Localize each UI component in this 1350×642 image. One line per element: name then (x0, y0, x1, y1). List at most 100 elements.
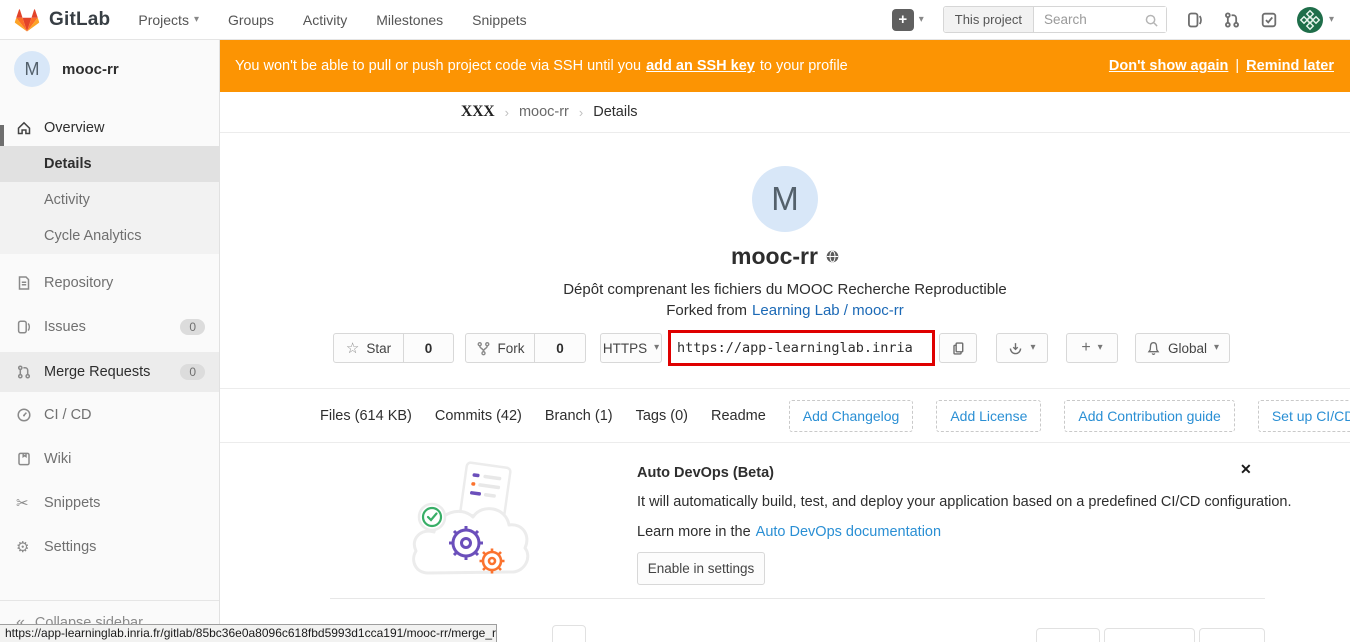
sidebar-item-merge-requests[interactable]: Merge Requests 0 (0, 352, 219, 392)
star-button[interactable]: ☆ Star (333, 333, 404, 363)
project-sidebar: M mooc-rr Overview Details Activity Cycl… (0, 40, 220, 642)
banner-message: You won't be able to pull or push projec… (235, 58, 848, 74)
menu-activity[interactable]: Activity (303, 12, 347, 28)
auto-devops-body: It will automatically build, test, and d… (637, 494, 1292, 510)
auto-devops-learn-more: Learn more in the Auto DevOps documentat… (637, 524, 941, 540)
star-count[interactable]: 0 (403, 333, 454, 363)
sidebar-item-repository[interactable]: Repository (0, 263, 219, 303)
todos-icon[interactable] (1260, 11, 1278, 29)
banner-text-after: to your profile (760, 58, 848, 74)
sidebar-item-cycle-analytics[interactable]: Cycle Analytics (0, 218, 219, 254)
sidebar-item-overview[interactable]: Overview (0, 110, 219, 146)
gear-icon: ⚙ (16, 538, 29, 556)
issues-icon[interactable] (1186, 11, 1204, 29)
fork-source-link[interactable]: Learning Lab / mooc-rr (752, 302, 904, 319)
add-ssh-key-link[interactable]: add an SSH key (646, 58, 755, 74)
tab-files[interactable]: Files (614 KB) (320, 408, 412, 424)
menu-snippets[interactable]: Snippets (472, 12, 526, 28)
plus-icon: + (892, 9, 914, 31)
sidebar-item-wiki[interactable]: Wiki (0, 439, 219, 479)
clipboard-icon (951, 341, 966, 356)
fork-button[interactable]: Fork (465, 333, 535, 363)
issues-icon (16, 319, 32, 335)
breadcrumb-group[interactable]: XXX (461, 103, 495, 121)
copy-url-button[interactable] (939, 333, 977, 363)
sidebar-item-snippets[interactable]: ✂ Snippets (0, 483, 219, 523)
chevron-down-icon: ▾ (1098, 343, 1103, 353)
tab-tags[interactable]: Tags (0) (636, 408, 688, 424)
chevron-down-icon: ▾ (1030, 343, 1035, 353)
auto-devops-doc-link[interactable]: Auto DevOps documentation (756, 524, 941, 540)
sidebar-project-name: mooc-rr (62, 61, 119, 78)
merge-requests-icon[interactable] (1223, 11, 1241, 29)
notification-dropdown[interactable]: Global ▾ (1135, 333, 1230, 363)
auto-devops-title: Auto DevOps (Beta) (637, 465, 774, 481)
toolbar-button-partial[interactable] (1036, 628, 1100, 642)
fork-icon (476, 341, 491, 356)
project-description: Dépôt comprenant les fichiers du MOOC Re… (220, 281, 1350, 298)
sidebar-item-issues[interactable]: Issues 0 (0, 307, 219, 347)
setup-ci-cd-button[interactable]: Set up CI/CD (1258, 400, 1350, 432)
book-icon (16, 451, 32, 467)
scissors-icon: ✂ (16, 494, 29, 512)
banner-text-before: You won't be able to pull or push projec… (235, 58, 641, 74)
download-dropdown[interactable]: ▾ (996, 333, 1048, 363)
clone-url-input[interactable] (671, 340, 932, 356)
remind-later-link[interactable]: Remind later (1246, 58, 1334, 74)
new-menu-button[interactable]: + ▾ (892, 9, 924, 31)
tab-commits[interactable]: Commits (42) (435, 408, 522, 424)
add-license-button[interactable]: Add License (936, 400, 1041, 432)
menu-groups[interactable]: Groups (228, 12, 274, 28)
sidebar-item-settings[interactable]: ⚙ Settings (0, 527, 219, 567)
page-title: mooc-rr (731, 243, 818, 270)
user-menu[interactable]: ▾ (1297, 7, 1334, 33)
toolbar-button-partial[interactable] (1104, 628, 1195, 642)
gitlab-logo[interactable]: GitLab (14, 7, 110, 32)
search-control: This project (943, 6, 1167, 33)
menu-projects[interactable]: Projects▾ (138, 12, 199, 28)
project-stats-bar: Files (614 KB) Commits (42) Branch (1) T… (220, 389, 1350, 443)
dont-show-again-link[interactable]: Don't show again (1109, 58, 1228, 74)
project-action-bar: ☆ Star 0 Fork 0 HTTPS ▾ (220, 333, 1350, 363)
menu-milestones[interactable]: Milestones (376, 12, 443, 28)
add-changelog-button[interactable]: Add Changelog (789, 400, 914, 432)
sidebar-project-header[interactable]: M mooc-rr (0, 40, 219, 98)
bell-icon (1146, 341, 1161, 356)
browser-status-bubble: https://app-learninglab.inria.fr/gitlab/… (0, 624, 497, 642)
main-menu: Projects▾ Groups Activity Milestones Sni… (138, 12, 526, 28)
enable-in-settings-button[interactable]: Enable in settings (637, 552, 765, 585)
add-file-dropdown[interactable]: + ▾ (1066, 333, 1118, 363)
tanuki-icon (14, 7, 40, 32)
divider (330, 598, 1265, 599)
sidebar-item-details[interactable]: Details (0, 146, 219, 182)
branch-selector-partial[interactable] (552, 625, 586, 642)
chevron-down-icon: ▾ (919, 15, 924, 25)
merge-requests-icon (16, 364, 32, 380)
tab-readme[interactable]: Readme (711, 408, 766, 424)
breadcrumb-project[interactable]: mooc-rr (519, 104, 569, 120)
navbar-right: + ▾ This project (892, 6, 1334, 33)
project-avatar-small: M (14, 51, 50, 87)
gitlab-project-page: GitLab Projects▾ Groups Activity Milesto… (0, 0, 1350, 642)
search-icon (1144, 13, 1159, 28)
breadcrumb: XXX › mooc-rr › Details (220, 92, 1350, 133)
ssh-warning-banner: You won't be able to pull or push projec… (220, 40, 1350, 92)
chevron-down-icon: ▾ (194, 15, 199, 25)
fork-count[interactable]: 0 (534, 333, 586, 363)
top-navbar: GitLab Projects▾ Groups Activity Milesto… (0, 0, 1350, 40)
forked-from-line: Forked from Learning Lab / mooc-rr (220, 302, 1350, 319)
overview-submenu: Details Activity Cycle Analytics (0, 146, 219, 254)
sidebar-item-ci-cd[interactable]: CI / CD (0, 395, 219, 435)
clone-protocol-dropdown[interactable]: HTTPS ▾ (600, 333, 662, 363)
tab-branches[interactable]: Branch (1) (545, 408, 613, 424)
add-contribution-guide-button[interactable]: Add Contribution guide (1064, 400, 1234, 432)
breadcrumb-current: Details (593, 104, 637, 120)
issues-count-badge: 0 (180, 319, 205, 335)
chevron-down-icon: ▾ (654, 343, 659, 353)
close-icon[interactable]: ✕ (1240, 461, 1252, 478)
sidebar-item-activity[interactable]: Activity (0, 182, 219, 218)
download-icon (1008, 341, 1023, 356)
chevron-right-icon: › (505, 105, 509, 120)
toolbar-button-partial[interactable] (1199, 628, 1265, 642)
banner-separator: | (1235, 58, 1239, 74)
